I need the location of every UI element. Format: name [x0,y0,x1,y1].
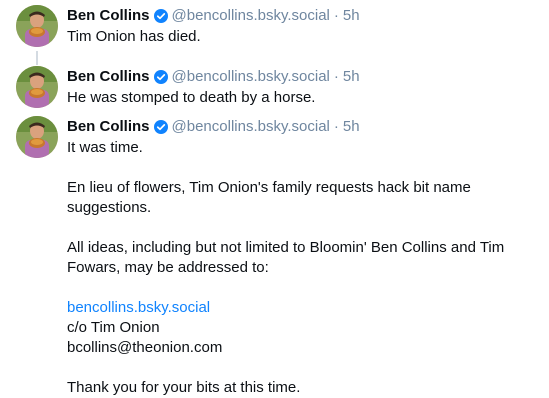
post-text-line: Tim Onion has died. [67,28,201,45]
address-block: bencollins.bsky.social c/o Tim Onion bco… [67,298,537,358]
author-name[interactable]: Ben Collins [67,116,150,138]
post-timestamp[interactable]: 5h [343,5,360,27]
separator: · [333,118,339,135]
verified-badge-icon [153,120,168,134]
post-header: Ben Collins @bencollins.bsky.social · 5h [67,66,360,88]
post-2[interactable]: Ben Collins @bencollins.bsky.social · 5h… [0,66,549,116]
post-header: Ben Collins @bencollins.bsky.social · 5h [67,5,360,27]
separator: · [333,68,339,85]
author-handle[interactable]: @bencollins.bsky.social [172,116,330,138]
post-paragraph: Thank you for your bits at this time. [67,379,301,396]
address-line: c/o Tim Onion [67,319,160,336]
author-handle[interactable]: @bencollins.bsky.social [172,5,330,27]
post-timestamp[interactable]: 5h [343,116,360,138]
post-timestamp[interactable]: 5h [343,66,360,88]
verified-badge-icon [153,9,168,23]
post-paragraph: En lieu of flowers, Tim Onion's family r… [67,179,471,216]
thread-connector [36,51,38,65]
author-name[interactable]: Ben Collins [67,5,150,27]
post-header: Ben Collins @bencollins.bsky.social · 5h [67,116,360,138]
post-text: It was time. En lieu of flowers, Tim Oni… [67,138,537,398]
email-text: bcollins@theonion.com [67,339,223,356]
separator: · [333,7,339,24]
post-text: He was stomped to death by a horse. [67,88,537,108]
post-3[interactable]: Ben Collins @bencollins.bsky.social · 5h… [0,116,549,397]
post-1[interactable]: Ben Collins @bencollins.bsky.social · 5h… [0,5,549,65]
avatar[interactable] [16,5,58,47]
post-paragraph: It was time. [67,139,143,156]
verified-badge-icon [153,70,168,84]
post-paragraph: All ideas, including but not limited to … [67,239,505,276]
avatar[interactable] [16,116,58,158]
post-thread: Ben Collins @bencollins.bsky.social · 5h… [0,0,549,397]
post-text: Tim Onion has died. [67,27,537,47]
author-handle[interactable]: @bencollins.bsky.social [172,66,330,88]
post-text-line: He was stomped to death by a horse. [67,89,316,106]
author-name[interactable]: Ben Collins [67,66,150,88]
profile-link[interactable]: bencollins.bsky.social [67,299,210,316]
avatar[interactable] [16,66,58,108]
